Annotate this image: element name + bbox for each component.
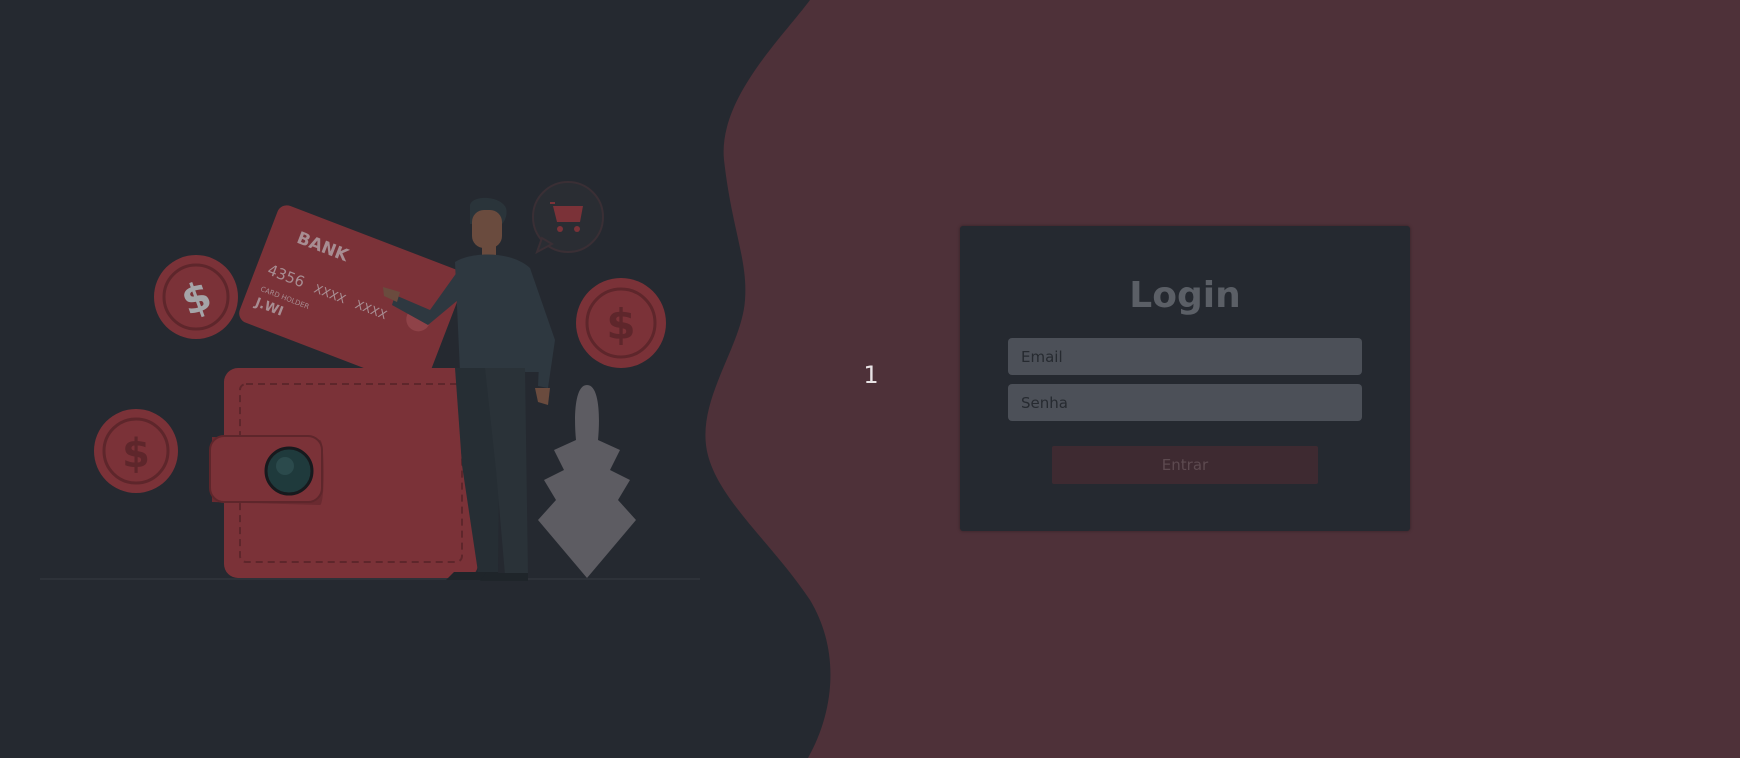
- bank-card: BANK 4356 XXXX XXXX CARD HOLDER J.WI: [239, 205, 465, 388]
- coin-icon: $: [154, 255, 238, 339]
- password-input[interactable]: [1008, 384, 1362, 421]
- coin-symbol: $: [606, 300, 635, 349]
- login-page: $ $ $ BANK 4356 XXXX XXXX CARD HOLDER J.…: [0, 0, 1740, 758]
- plant-shape: [538, 385, 636, 578]
- slide-indicator: 1: [863, 361, 879, 389]
- login-card: Login Entrar: [960, 226, 1410, 531]
- coin-icon: $: [576, 278, 666, 368]
- login-title: Login: [1129, 275, 1241, 316]
- coin-icon: $: [94, 409, 178, 493]
- wallet: [209, 368, 478, 578]
- cart-bubble: [532, 181, 604, 255]
- coin-symbol: $: [122, 431, 150, 477]
- email-input[interactable]: [1008, 338, 1362, 375]
- login-submit-button[interactable]: Entrar: [1052, 446, 1318, 484]
